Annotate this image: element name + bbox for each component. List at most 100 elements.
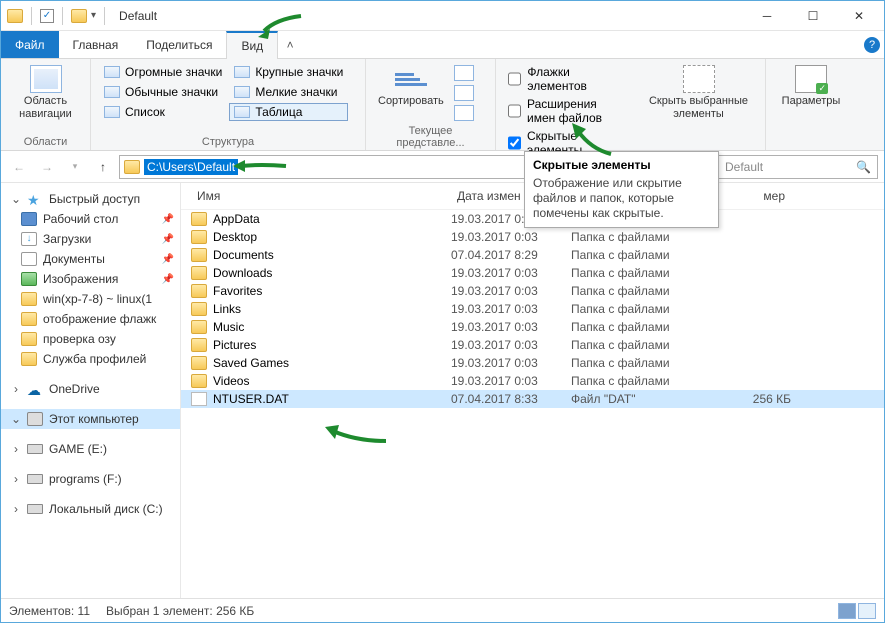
status-item-count: Элементов: 11 — [9, 604, 90, 618]
file-row[interactable]: Links19.03.2017 0:03Папка с файлами — [181, 300, 884, 318]
sidebar-folder[interactable]: отображение флажк — [1, 309, 180, 329]
view-details-button[interactable] — [838, 603, 856, 619]
col-name[interactable]: Имя — [191, 187, 451, 205]
search-input[interactable]: Default 🔍 — [718, 155, 878, 179]
tab-file[interactable]: Файл — [1, 31, 59, 58]
file-type: Папка с файлами — [571, 356, 721, 370]
folder-icon — [7, 9, 23, 23]
file-row[interactable]: NTUSER.DAT07.04.2017 8:33Файл "DAT"256 К… — [181, 390, 884, 408]
file-date: 07.04.2017 8:29 — [451, 248, 571, 262]
tooltip: Скрытые элементы Отображение или скрытие… — [524, 151, 719, 228]
sidebar-folder[interactable]: Служба профилей — [1, 349, 180, 369]
folder-icon — [191, 302, 207, 316]
view-huge-icons[interactable]: Огромные значки — [99, 63, 227, 81]
file-name: Videos — [213, 374, 249, 388]
sidebar-drive[interactable]: ›Локальный диск (C:) — [1, 499, 180, 519]
view-normal-icons[interactable]: Обычные значки — [99, 83, 227, 101]
file-date: 19.03.2017 0:03 — [451, 374, 571, 388]
tab-home[interactable]: Главная — [59, 31, 133, 58]
file-row[interactable]: Saved Games19.03.2017 0:03Папка с файлам… — [181, 354, 884, 372]
file-name: Documents — [213, 248, 274, 262]
options-icon — [795, 65, 827, 93]
file-row[interactable]: Documents07.04.2017 8:29Папка с файлами — [181, 246, 884, 264]
size-columns-button[interactable] — [454, 105, 474, 121]
sort-button[interactable]: Сортировать — [374, 63, 448, 110]
content-area: ⌄★Быстрый доступ Рабочий стол📌 Загрузки📌… — [1, 183, 884, 598]
tab-share[interactable]: Поделиться — [132, 31, 226, 58]
checkbox-file-extensions[interactable]: Расширения имен файлов — [508, 97, 628, 125]
help-button[interactable]: ? — [860, 31, 884, 58]
add-columns-button[interactable] — [454, 85, 474, 101]
address-bar-row: ← → ▾ ↑ C:\Users\Default ▾ ↻ Default 🔍 — [1, 151, 884, 183]
view-table[interactable]: Таблица — [229, 103, 348, 121]
hide-icon — [683, 65, 715, 93]
checkbox-item-flags[interactable]: Флажки элементов — [508, 65, 628, 93]
file-name: AppData — [213, 212, 260, 226]
file-name: Links — [213, 302, 241, 316]
sidebar-quick-access[interactable]: ⌄★Быстрый доступ — [1, 189, 180, 209]
sidebar-downloads[interactable]: Загрузки📌 — [1, 229, 180, 249]
file-row[interactable]: Videos 19.03.2017 0:03Папка с файлами — [181, 372, 884, 390]
file-type: Файл "DAT" — [571, 392, 721, 406]
folder-icon — [191, 230, 207, 244]
group-by-button[interactable] — [454, 65, 474, 81]
navigation-pane-icon — [30, 65, 62, 93]
status-selection: Выбран 1 элемент: 256 КБ — [106, 604, 254, 618]
view-thumbnails-button[interactable] — [858, 603, 876, 619]
col-size[interactable]: мер — [721, 187, 791, 205]
file-name: Favorites — [213, 284, 262, 298]
file-row[interactable]: Downloads19.03.2017 0:03Папка с файлами — [181, 264, 884, 282]
file-name: Pictures — [213, 338, 256, 352]
file-pane: Имя Дата измен мер AppData19.03.2017 0:0… — [181, 183, 884, 598]
menubar: Файл Главная Поделиться Вид ˄ ? — [1, 31, 884, 59]
maximize-button[interactable]: ☐ — [790, 1, 836, 31]
qat-checkbox-icon[interactable]: ✓ — [40, 9, 54, 23]
sidebar-desktop[interactable]: Рабочий стол📌 — [1, 209, 180, 229]
recent-locations-button[interactable]: ▾ — [63, 155, 87, 179]
qat-dropdown-icon[interactable]: ▾ — [91, 10, 96, 21]
hide-selected-button[interactable]: Скрыть выбранные элементы — [640, 63, 757, 123]
tab-view[interactable]: Вид — [226, 31, 278, 59]
view-list[interactable]: Список — [99, 103, 227, 121]
file-row[interactable]: Music19.03.2017 0:03Папка с файлами — [181, 318, 884, 336]
ribbon-expand-icon[interactable]: ˄ — [278, 31, 302, 58]
folder-icon — [191, 212, 207, 226]
sidebar-drive[interactable]: ›GAME (E:) — [1, 439, 180, 459]
back-button[interactable]: ← — [7, 155, 31, 179]
file-name: Downloads — [213, 266, 272, 280]
file-type: Папка с файлами — [571, 284, 721, 298]
file-type: Папка с файлами — [571, 320, 721, 334]
file-name: Saved Games — [213, 356, 289, 370]
titlebar: ✓ ▾ Default ─ ☐ ✕ — [1, 1, 884, 31]
sidebar-documents[interactable]: Документы📌 — [1, 249, 180, 269]
sidebar-pictures[interactable]: Изображения📌 — [1, 269, 180, 289]
file-row[interactable]: Favorites 19.03.2017 0:03Папка с файлами — [181, 282, 884, 300]
sidebar-onedrive[interactable]: ›☁OneDrive — [1, 379, 180, 399]
sidebar-this-pc[interactable]: ⌄Этот компьютер — [1, 409, 180, 429]
search-icon: 🔍 — [856, 160, 871, 174]
file-type: Папка с файлами — [571, 230, 721, 244]
folder-icon — [191, 266, 207, 280]
sidebar-folder[interactable]: win(xp-7-8) ~ linux(1 — [1, 289, 180, 309]
address-text[interactable]: C:\Users\Default — [144, 159, 238, 175]
tooltip-body: Отображение или скрытие файлов и папок, … — [533, 176, 710, 221]
file-date: 19.03.2017 0:03 — [451, 284, 571, 298]
file-type: Папка с файлами — [571, 338, 721, 352]
sidebar-folder[interactable]: проверка озу — [1, 329, 180, 349]
view-large-icons[interactable]: Крупные значки — [229, 63, 348, 81]
file-date: 19.03.2017 0:03 — [451, 230, 571, 244]
view-small-icons[interactable]: Мелкие значки — [229, 83, 348, 101]
sidebar-drive[interactable]: ›programs (F:) — [1, 469, 180, 489]
up-button[interactable]: ↑ — [91, 155, 115, 179]
folder-icon — [191, 248, 207, 262]
file-date: 19.03.2017 0:03 — [451, 302, 571, 316]
file-row[interactable]: Desktop 19.03.2017 0:03Папка с файлами — [181, 228, 884, 246]
file-type: Папка с файлами — [571, 374, 721, 388]
forward-button[interactable]: → — [35, 155, 59, 179]
options-button[interactable]: Параметры — [774, 63, 848, 110]
navigation-pane-button[interactable]: Область навигации — [9, 63, 82, 123]
file-row[interactable]: Pictures19.03.2017 0:03Папка с файлами — [181, 336, 884, 354]
close-button[interactable]: ✕ — [836, 1, 882, 31]
file-name: Desktop — [213, 230, 257, 244]
minimize-button[interactable]: ─ — [744, 1, 790, 31]
